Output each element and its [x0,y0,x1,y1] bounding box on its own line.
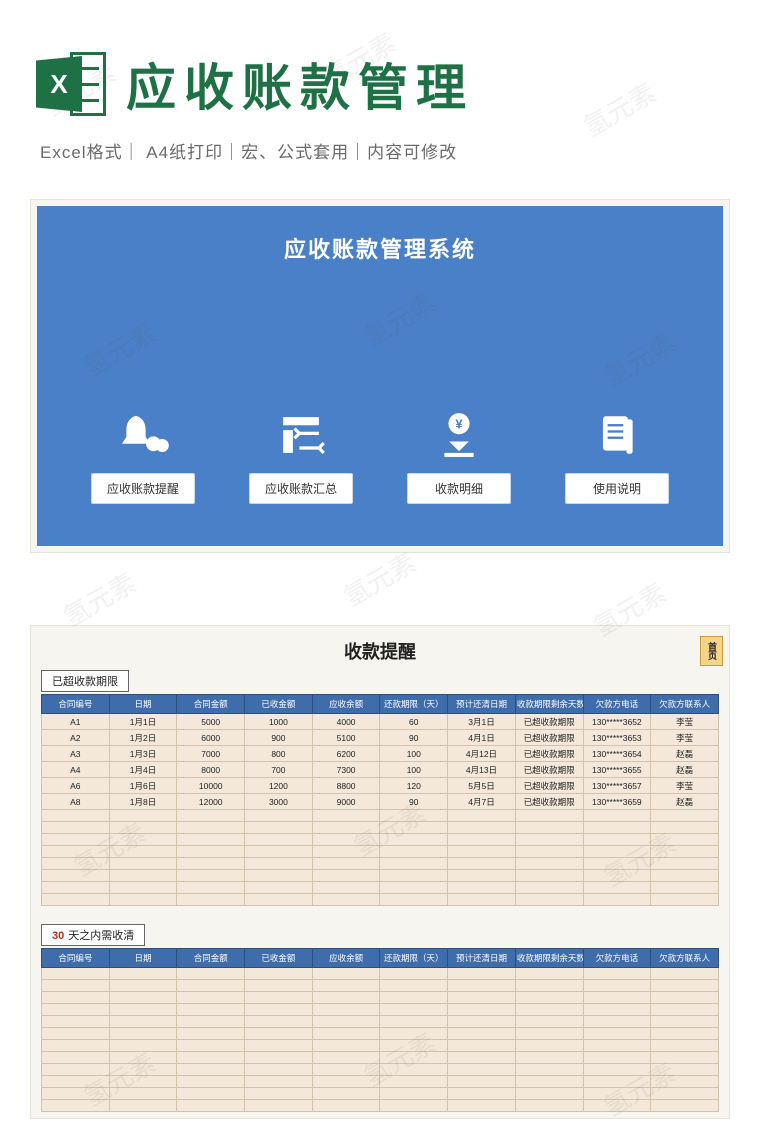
spreadsheet-preview-card: 收款提醒 首页 已超收款期限 合同编号日期 合同金额已收金额 应收余额还款期限（… [30,625,730,1119]
table-row [42,992,719,1004]
table-header-row: 合同编号日期 合同金额已收金额 应收余额还款期限（天） 预计还清日期收款期限剩余… [42,695,719,714]
document-icon [589,407,645,463]
table-row [42,980,719,992]
dash-item-instructions[interactable]: 使用说明 [565,407,669,504]
page-subtitle: Excel格式｜ A4纸打印｜宏、公式套用｜内容可修改 [0,138,760,187]
section-overdue-tag: 已超收款期限 [41,670,129,692]
table-row: A81月8日1200030009000904月7日已超收款期限130*****3… [42,794,719,810]
summary-icon [273,407,329,463]
sheet-title: 收款提醒 首页 [41,638,719,664]
dash-item-detail[interactable]: ¥ 收款明细 [407,407,511,504]
table-row [42,1088,719,1100]
due-30-table: 合同编号日期 合同金额已收金额 应收余额还款期限（天） 预计还清日期收款期限剩余… [41,948,719,1112]
table-row [42,968,719,980]
table-row: A61月6日10000120088001205月5日已超收款期限130*****… [42,778,719,794]
dashboard-panel: 应收账款管理系统 ¥ 应收账款提醒 [37,206,723,546]
table-row [42,894,719,906]
table-row [42,1004,719,1016]
svg-text:¥: ¥ [455,417,463,432]
table-row [42,1064,719,1076]
table-row [42,870,719,882]
bell-money-icon: ¥ [115,407,171,463]
overdue-table: 合同编号日期 合同金额已收金额 应收余额还款期限（天） 预计还清日期收款期限剩余… [41,694,719,906]
dash-button-instructions[interactable]: 使用说明 [565,473,669,504]
table-row [42,1016,719,1028]
table-row: A41月4日800070073001004月13日已超收款期限130*****3… [42,762,719,778]
svg-text:¥: ¥ [151,440,156,449]
dashboard-title: 应收账款管理系统 [37,232,723,264]
dash-item-reminder[interactable]: ¥ 应收账款提醒 [91,407,195,504]
table-row [42,858,719,870]
dashboard-nav-row: ¥ 应收账款提醒 应收账款汇总 [37,407,723,504]
table-row [42,1100,719,1112]
table-row [42,822,719,834]
download-yen-icon: ¥ [431,407,487,463]
table-row [42,834,719,846]
section-due-30-tag: 30天之内需收清 [41,924,145,946]
table-row [42,846,719,858]
table-row [42,1052,719,1064]
page-title: 应收账款管理 [126,48,474,120]
table-row [42,1040,719,1052]
home-tab-button[interactable]: 首页 [700,636,723,666]
table-header-row: 合同编号日期 合同金额已收金额 应收余额还款期限（天） 预计还清日期收款期限剩余… [42,949,719,968]
table-row [42,810,719,822]
dash-button-reminder[interactable]: 应收账款提醒 [91,473,195,504]
table-row [42,882,719,894]
dash-item-summary[interactable]: 应收账款汇总 [249,407,353,504]
page-header: X 应收账款管理 [0,0,760,138]
excel-icon: X [36,48,108,120]
dash-button-summary[interactable]: 应收账款汇总 [249,473,353,504]
dashboard-preview-card: 应收账款管理系统 ¥ 应收账款提醒 [30,199,730,553]
table-row [42,1028,719,1040]
table-row: A11月1日500010004000603月1日已超收款期限130*****36… [42,714,719,730]
table-row [42,1076,719,1088]
dash-button-detail[interactable]: 收款明细 [407,473,511,504]
table-row: A21月2日60009005100904月1日已超收款期限130*****365… [42,730,719,746]
table-row: A31月3日700080062001004月12日已超收款期限130*****3… [42,746,719,762]
